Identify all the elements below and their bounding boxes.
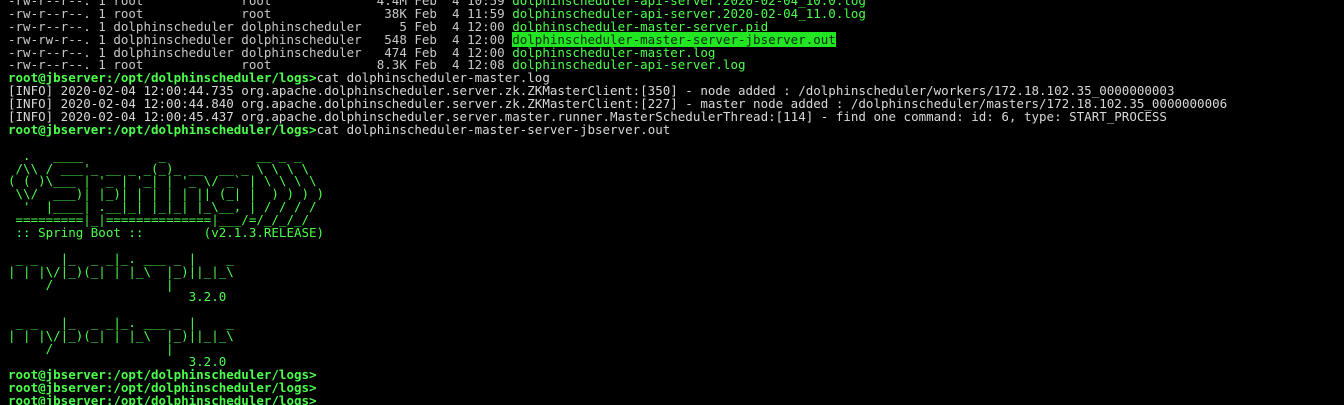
shell-prompt: root@jbserver:/opt/dolphinscheduler/logs… xyxy=(8,121,317,137)
mybatis-banner-line: | | |\/|_)(_| | |_\ |_)||_|_\ xyxy=(8,263,234,279)
empty-prompt-line: root@jbserver:/opt/dolphinscheduler/logs… xyxy=(8,392,1338,405)
mybatis-banner-line: | | |\/|_)(_| | |_\ |_)||_|_\ xyxy=(8,328,234,344)
spring-banner-line: :: Spring Boot :: (v2.1.3.RELEASE) xyxy=(8,225,325,241)
shell-prompt: root@jbserver:/opt/dolphinscheduler/logs… xyxy=(8,392,317,405)
prompt-line: root@jbserver:/opt/dolphinscheduler/logs… xyxy=(8,121,1338,137)
terminal-window[interactable]: -rw-r--r--. 1 root root 4.4M Feb 4 10:59… xyxy=(8,0,1338,405)
shell-command: cat dolphinscheduler-master-server-jbser… xyxy=(316,121,671,137)
mybatis-banner-line: 3.2.0 xyxy=(8,289,227,305)
